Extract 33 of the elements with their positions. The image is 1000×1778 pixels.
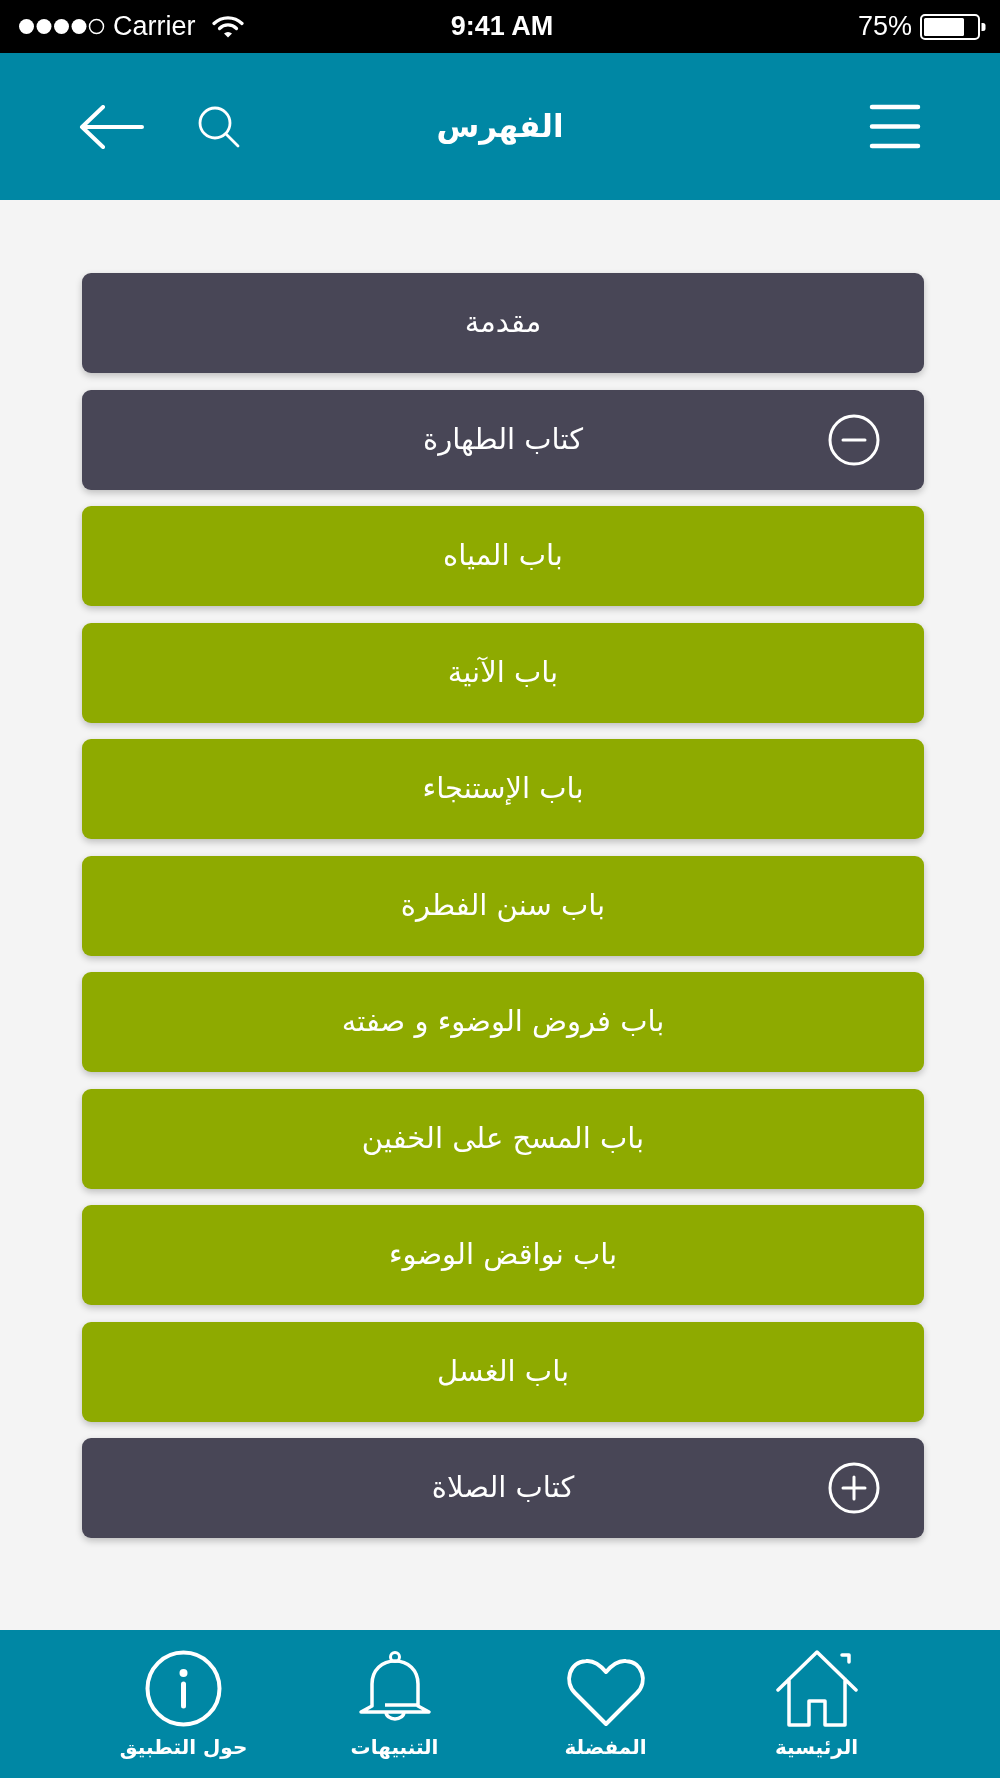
section-button[interactable]: باب الآنية xyxy=(82,622,924,723)
battery-icon xyxy=(920,13,986,40)
home-icon xyxy=(775,1650,858,1727)
heart-icon xyxy=(565,1657,646,1727)
search-button[interactable] xyxy=(198,105,240,148)
battery-percentage: 75% xyxy=(857,10,912,44)
section-button[interactable]: باب سنن الفطرة xyxy=(82,855,924,956)
favorites-tab[interactable]: المفضلة xyxy=(500,1630,711,1778)
chapter-button[interactable]: كتاب الطهارة xyxy=(82,389,924,490)
back-button[interactable] xyxy=(79,104,144,149)
section-button[interactable]: باب الإستنجاء xyxy=(82,739,924,839)
page-title: الفهرس xyxy=(436,107,564,146)
minus-circle-icon[interactable] xyxy=(828,413,880,466)
home-tab[interactable]: الرئيسية xyxy=(711,1630,922,1778)
arrow-left-icon xyxy=(79,104,144,149)
plus-circle-icon[interactable] xyxy=(828,1462,880,1514)
clock-time: 9:41 AM xyxy=(450,10,554,44)
signal-strength-icon xyxy=(18,18,105,35)
section-button[interactable]: باب نواقض الوضوء xyxy=(82,1205,924,1305)
section-button[interactable]: باب المسح على الخفين xyxy=(82,1088,924,1189)
section-button[interactable]: باب فروض الوضوء و صفته xyxy=(82,972,924,1072)
info-icon xyxy=(145,1650,222,1727)
intro-button[interactable]: مقدمة xyxy=(82,273,924,373)
search-icon xyxy=(198,105,240,148)
section-button[interactable]: باب المياه xyxy=(82,506,924,606)
wifi-icon xyxy=(211,15,244,38)
about-tab[interactable]: حول التطبيق xyxy=(78,1630,289,1778)
notifications-tab[interactable]: التنبيهات xyxy=(289,1630,500,1778)
menu-icon xyxy=(869,104,921,149)
menu-button[interactable] xyxy=(869,104,921,149)
section-button[interactable]: باب الغسل xyxy=(82,1321,924,1422)
chapter-button[interactable]: كتاب الصلاة xyxy=(82,1438,924,1538)
carrier-name: Carrier xyxy=(113,10,196,44)
